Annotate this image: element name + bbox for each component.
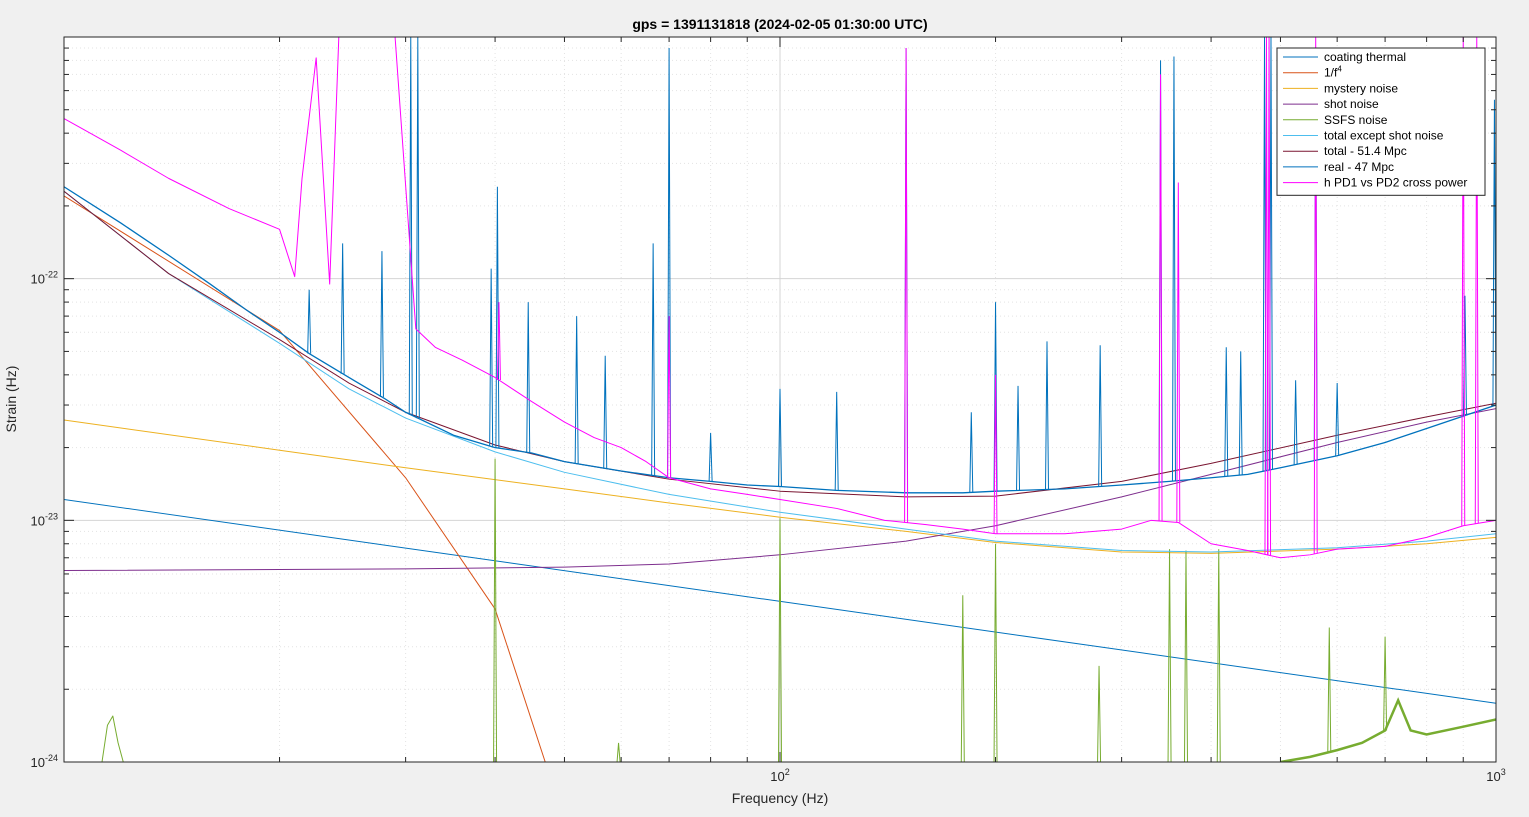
legend-label: real - 47 Mpc [1324,160,1394,174]
y-axis-title: Strain (Hz) [3,366,19,433]
legend-label: shot noise [1324,97,1379,111]
legend-label: total except shot noise [1324,129,1444,143]
legend-label: mystery noise [1324,81,1398,95]
legend-label: h PD1 vs PD2 cross power [1324,176,1467,190]
legend[interactable]: coating thermal1/f4mystery noiseshot noi… [1276,47,1486,196]
chart: gps = 1391131818 (2024-02-05 01:30:00 UT… [0,0,1529,817]
legend-label: SSFS noise [1324,113,1388,127]
x-axis-title: Frequency (Hz) [732,790,828,806]
chart-title: gps = 1391131818 (2024-02-05 01:30:00 UT… [632,16,927,32]
legend-label: coating thermal [1324,50,1406,64]
legend-label: total - 51.4 Mpc [1324,144,1407,158]
